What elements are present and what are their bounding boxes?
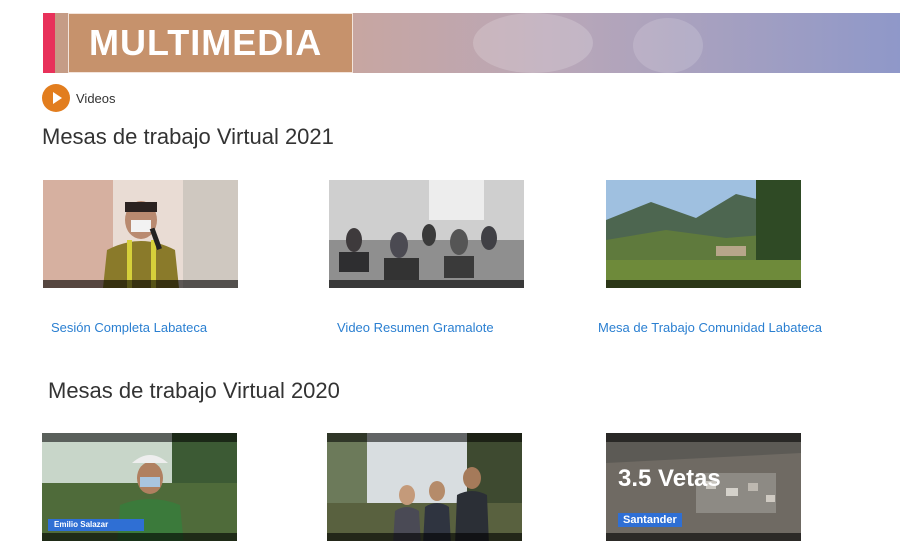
video-thumbnail-2020-3[interactable]: 3.5 Vetas Santander — [606, 433, 801, 541]
video-title-bar — [606, 433, 801, 442]
videos-label: Videos — [76, 90, 116, 106]
play-icon — [42, 84, 70, 112]
video-controls-bar[interactable] — [606, 280, 801, 288]
video-link-sesion-labateca[interactable]: Sesión Completa Labateca — [51, 320, 207, 335]
video-thumbnail-comunidad-labateca[interactable] — [606, 180, 801, 288]
section-title-2020: Mesas de trabajo Virtual 2020 — [48, 378, 340, 403]
banner-accent-stripe — [43, 13, 55, 73]
video-link-comunidad-labateca[interactable]: Mesa de Trabajo Comunidad Labateca — [598, 320, 822, 335]
video-title-bar — [42, 433, 237, 442]
video-controls-bar[interactable] — [329, 280, 524, 288]
video-thumbnail-2020-1[interactable]: Emilio Salazar — [42, 433, 237, 541]
header-banner: MULTIMEDIA — [43, 13, 900, 73]
videos-category[interactable]: Videos — [42, 84, 116, 112]
video-controls-bar[interactable] — [606, 533, 801, 541]
banner-title-box: MULTIMEDIA — [68, 13, 353, 73]
video-title-bar — [327, 433, 522, 442]
video-controls-bar[interactable] — [327, 533, 522, 541]
section-title-2021: Mesas de trabajo Virtual 2021 — [42, 124, 334, 149]
video-overlay-title: 3.5 Vetas — [618, 465, 721, 492]
banner-decoration — [473, 13, 593, 73]
video-controls-bar[interactable] — [43, 280, 238, 288]
video-link-resumen-gramalote[interactable]: Video Resumen Gramalote — [337, 320, 494, 335]
video-controls-bar[interactable] — [42, 533, 237, 541]
video-thumbnail-resumen-gramalote[interactable] — [329, 180, 524, 288]
video-overlay-subtitle: Santander — [618, 513, 682, 527]
speaker-lower-third: Emilio Salazar — [48, 519, 144, 531]
video-thumbnail-sesion-labateca[interactable] — [43, 180, 238, 288]
video-thumbnail-2020-2[interactable] — [327, 433, 522, 541]
page-title: MULTIMEDIA — [89, 22, 323, 63]
banner-decoration — [633, 18, 703, 73]
